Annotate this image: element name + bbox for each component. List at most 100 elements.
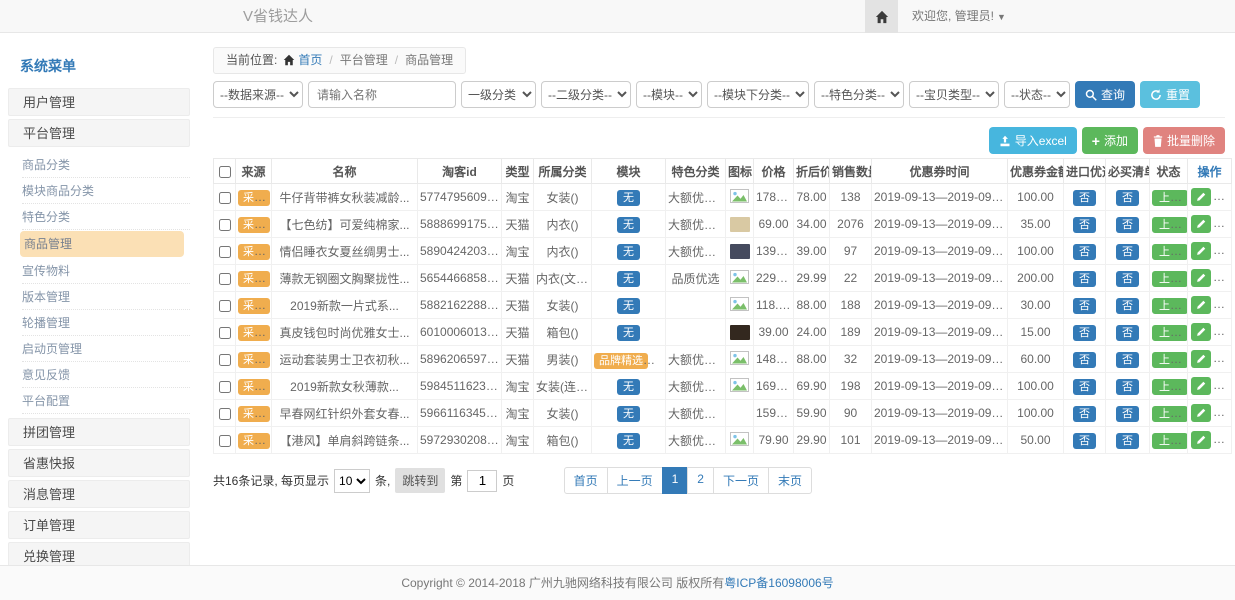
reset-button[interactable]: 重置 — [1140, 81, 1200, 108]
import-select-toggle[interactable]: 否 — [1073, 406, 1096, 422]
filter-select[interactable]: --宝贝类型-- — [909, 81, 999, 108]
edit-button[interactable] — [1191, 242, 1211, 260]
must-buy-toggle[interactable]: 否 — [1116, 379, 1139, 395]
breadcrumb-home-link[interactable]: 首页 — [298, 53, 322, 67]
page-button[interactable]: 末页 — [768, 467, 812, 494]
sidebar-item[interactable]: 兑换管理 — [8, 542, 190, 565]
edit-button[interactable] — [1191, 188, 1211, 206]
import-select-toggle[interactable]: 否 — [1073, 352, 1096, 368]
import-excel-button[interactable]: 导入excel — [989, 127, 1077, 154]
sidebar-subitem[interactable]: 启动页管理 — [22, 336, 190, 362]
row-checkbox[interactable] — [219, 273, 231, 285]
import-select-toggle[interactable]: 否 — [1073, 271, 1096, 287]
edit-button[interactable] — [1191, 323, 1211, 341]
breadcrumb-prefix: 当前位置: — [226, 53, 277, 67]
edit-button[interactable] — [1191, 431, 1211, 449]
per-page-select[interactable]: 10 — [334, 469, 370, 493]
status-badge[interactable]: 上架 — [1152, 325, 1188, 341]
filter-select[interactable]: --二级分类-- — [541, 81, 631, 108]
sidebar-subitem[interactable]: 平台配置 — [22, 388, 190, 414]
sidebar-item[interactable]: 拼团管理 — [8, 418, 190, 446]
name-search-input[interactable] — [308, 81, 456, 108]
sidebar-subitem[interactable]: 轮播管理 — [22, 310, 190, 336]
must-buy-toggle[interactable]: 否 — [1116, 271, 1139, 287]
price: 139.00 — [754, 238, 794, 265]
select-all-checkbox[interactable] — [219, 166, 231, 178]
must-buy-toggle[interactable]: 否 — [1116, 298, 1139, 314]
import-select-toggle[interactable]: 否 — [1073, 190, 1096, 206]
status-badge[interactable]: 上架 — [1152, 352, 1188, 368]
sidebar-subitem[interactable]: 宣传物料 — [22, 258, 190, 284]
filter-select[interactable]: --数据来源-- — [213, 81, 303, 108]
sidebar-item[interactable]: 订单管理 — [8, 511, 190, 539]
import-select-toggle[interactable]: 否 — [1073, 433, 1096, 449]
source-badge: 采集 — [238, 190, 270, 206]
jump-button[interactable]: 跳转到 — [395, 468, 445, 493]
import-select-toggle[interactable]: 否 — [1073, 379, 1096, 395]
home-nav-button[interactable] — [865, 0, 898, 33]
status-badge[interactable]: 上架 — [1152, 244, 1188, 260]
column-header: 优惠券金额 — [1008, 159, 1064, 184]
icp-link[interactable]: 粤ICP备16098006号 — [724, 576, 833, 590]
status-badge[interactable]: 上架 — [1152, 298, 1188, 314]
must-buy-toggle[interactable]: 否 — [1116, 325, 1139, 341]
image-placeholder-icon — [730, 378, 749, 392]
page-button[interactable]: 上一页 — [607, 467, 663, 494]
batch-delete-button[interactable]: 批量删除 — [1143, 127, 1225, 154]
page-button[interactable]: 下一页 — [713, 467, 769, 494]
import-select-toggle[interactable]: 否 — [1073, 325, 1096, 341]
row-checkbox[interactable] — [219, 192, 231, 204]
row-checkbox[interactable] — [219, 300, 231, 312]
status-badge[interactable]: 上架 — [1152, 217, 1188, 233]
status-badge[interactable]: 上架 — [1152, 406, 1188, 422]
filter-select[interactable]: --模块下分类-- — [707, 81, 809, 108]
page-number-input[interactable] — [467, 470, 497, 492]
sidebar-item[interactable]: 消息管理 — [8, 480, 190, 508]
sidebar-subitem[interactable]: 特色分类 — [22, 204, 190, 230]
sidebar-item[interactable]: 省惠快报 — [8, 449, 190, 477]
sidebar-item[interactable]: 平台管理 — [8, 119, 190, 147]
page-button[interactable]: 首页 — [564, 467, 608, 494]
import-select-toggle[interactable]: 否 — [1073, 244, 1096, 260]
sidebar-subitem[interactable]: 版本管理 — [22, 284, 190, 310]
edit-button[interactable] — [1191, 269, 1211, 287]
filter-select[interactable]: 一级分类 — [461, 81, 536, 108]
edit-button[interactable] — [1191, 215, 1211, 233]
filter-select[interactable]: --模块-- — [636, 81, 702, 108]
user-menu[interactable]: 欢迎您, 管理员!▼ — [898, 0, 1006, 33]
filter-select[interactable]: --特色分类-- — [814, 81, 904, 108]
import-select-toggle[interactable]: 否 — [1073, 217, 1096, 233]
status-badge[interactable]: 上架 — [1152, 190, 1188, 206]
sidebar-item[interactable]: 用户管理 — [8, 88, 190, 116]
search-button[interactable]: 查询 — [1075, 81, 1135, 108]
add-button[interactable]: + 添加 — [1082, 127, 1138, 154]
row-checkbox[interactable] — [219, 246, 231, 258]
row-checkbox[interactable] — [219, 408, 231, 420]
edit-button[interactable] — [1191, 404, 1211, 422]
must-buy-toggle[interactable]: 否 — [1116, 406, 1139, 422]
row-checkbox[interactable] — [219, 219, 231, 231]
must-buy-toggle[interactable]: 否 — [1116, 217, 1139, 233]
edit-button[interactable] — [1191, 350, 1211, 368]
status-badge[interactable]: 上架 — [1152, 271, 1188, 287]
status-badge[interactable]: 上架 — [1152, 433, 1188, 449]
page-button[interactable]: 2 — [687, 467, 714, 494]
must-buy-toggle[interactable]: 否 — [1116, 244, 1139, 260]
edit-button[interactable] — [1191, 296, 1211, 314]
row-checkbox[interactable] — [219, 435, 231, 447]
row-checkbox[interactable] — [219, 354, 231, 366]
edit-button[interactable] — [1191, 377, 1211, 395]
filter-select[interactable]: --状态-- — [1004, 81, 1070, 108]
sidebar-subitem[interactable]: 意见反馈 — [22, 362, 190, 388]
must-buy-toggle[interactable]: 否 — [1116, 433, 1139, 449]
sidebar-subitem[interactable]: 商品管理 — [20, 231, 184, 257]
status-badge[interactable]: 上架 — [1152, 379, 1188, 395]
import-select-toggle[interactable]: 否 — [1073, 298, 1096, 314]
row-checkbox[interactable] — [219, 327, 231, 339]
sidebar-subitem[interactable]: 模块商品分类 — [22, 178, 190, 204]
must-buy-toggle[interactable]: 否 — [1116, 190, 1139, 206]
must-buy-toggle[interactable]: 否 — [1116, 352, 1139, 368]
sidebar-subitem[interactable]: 商品分类 — [22, 152, 190, 178]
page-button[interactable]: 1 — [662, 467, 689, 494]
row-checkbox[interactable] — [219, 381, 231, 393]
